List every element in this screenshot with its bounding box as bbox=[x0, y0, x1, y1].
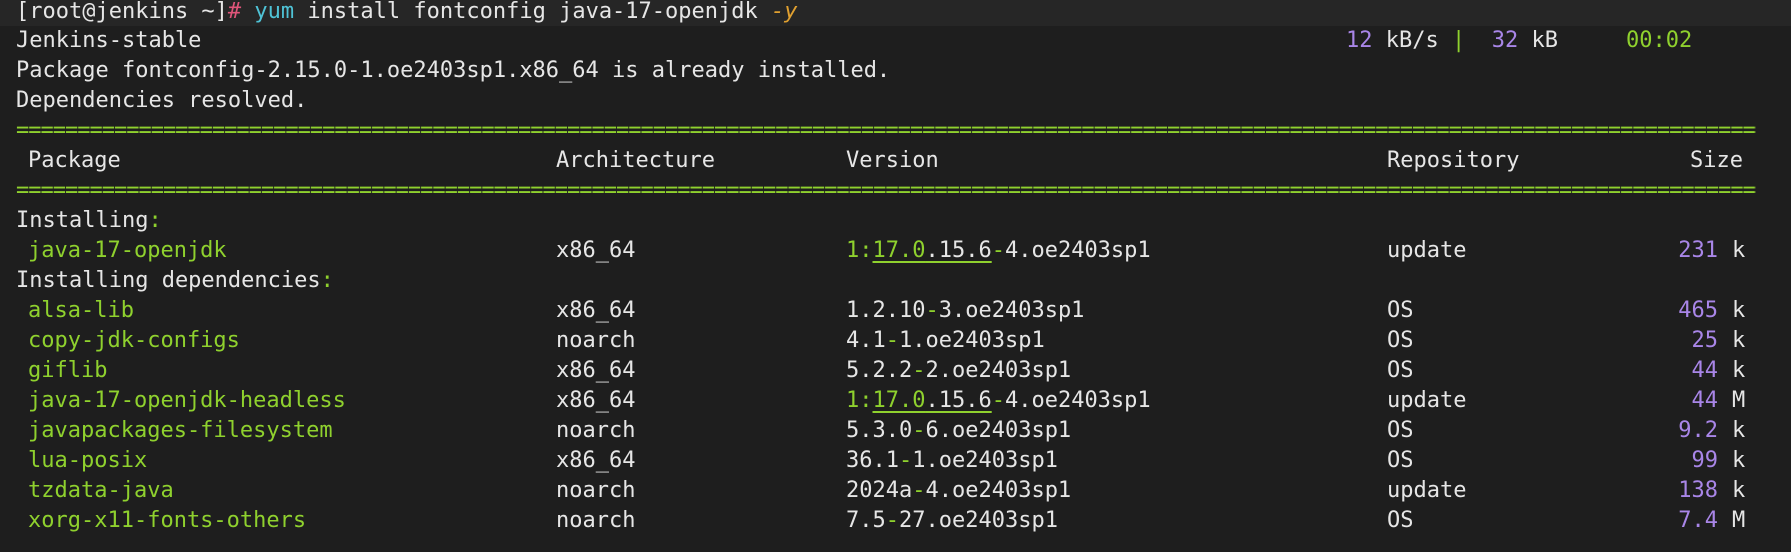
table-row: xorg-x11-fonts-others noarch 7.5-27.oe2403… bbox=[0, 506, 1791, 536]
package-architecture: x86_64 bbox=[556, 298, 636, 323]
package-repository: OS bbox=[1387, 508, 1414, 533]
package-name: lua-posix bbox=[28, 448, 148, 473]
table-row: java-17-openjdk x86_64 1:17.0.15.6-4.oe240… bbox=[0, 236, 1791, 266]
package-repository: update bbox=[1387, 478, 1467, 503]
section-dependencies-label: Installing dependencies bbox=[16, 268, 321, 293]
section-dependencies: Installing dependencies: bbox=[16, 268, 334, 293]
table-row: lua-posix x86_64 36.1-1.oe2403sp1 OS 99 k bbox=[0, 446, 1791, 476]
repo-size: 32 bbox=[1491, 28, 1519, 53]
package-architecture: noarch bbox=[556, 508, 636, 533]
package-repository: update bbox=[1387, 388, 1467, 413]
package-size-unit: k bbox=[1732, 298, 1746, 323]
table-row: java-17-openjdk-headless x86_64 1:17.0.15.… bbox=[0, 386, 1791, 416]
package-version: 5.2.2-2.oe2403sp1 bbox=[846, 358, 1072, 383]
repo-progress: 12 kB/s | 32 kB bbox=[1346, 26, 1558, 56]
command-line: [root@jenkins ~]# yum install fontconfig… bbox=[16, 0, 798, 27]
package-repository: OS bbox=[1387, 448, 1414, 473]
dependencies-resolved-message: Dependencies resolved. bbox=[16, 88, 308, 113]
package-version: 1.2.10-3.oe2403sp1 bbox=[846, 298, 1085, 323]
header-size: Size bbox=[1690, 148, 1743, 173]
package-name: alsa-lib bbox=[28, 298, 134, 323]
package-architecture: x86_64 bbox=[556, 358, 636, 383]
repo-name: Jenkins-stable bbox=[16, 28, 202, 53]
header-architecture: Architecture bbox=[556, 148, 715, 173]
package-size: 9.2 bbox=[1678, 418, 1718, 443]
package-version: 7.5-27.oe2403sp1 bbox=[846, 508, 1058, 533]
package-name: giflib bbox=[28, 358, 108, 383]
table-row: giflib x86_64 5.2.2-2.oe2403sp1 OS 44 k bbox=[0, 356, 1791, 386]
repo-separator: | bbox=[1451, 28, 1466, 53]
package-size: 99 bbox=[1691, 448, 1719, 473]
section-installing-label: Installing bbox=[16, 208, 149, 233]
package-version: 36.1-1.oe2403sp1 bbox=[846, 448, 1058, 473]
package-version: 4.1-1.oe2403sp1 bbox=[846, 328, 1045, 353]
package-repository: update bbox=[1387, 238, 1467, 263]
package-version: 5.3.0-6.oe2403sp1 bbox=[846, 418, 1072, 443]
package-size-unit: k bbox=[1732, 448, 1746, 473]
package-architecture: x86_64 bbox=[556, 448, 636, 473]
package-architecture: noarch bbox=[556, 478, 636, 503]
package-repository: OS bbox=[1387, 328, 1414, 353]
package-name: xorg-x11-fonts-others bbox=[28, 508, 307, 533]
package-size: 231 bbox=[1678, 238, 1718, 263]
package-size: 138 bbox=[1678, 478, 1718, 503]
terminal-window: [root@jenkins ~]# yum install fontconfig… bbox=[0, 0, 1791, 552]
separator-rule-top: ========================================… bbox=[16, 118, 1756, 143]
repo-speed: 12 bbox=[1346, 28, 1373, 53]
package-version: 1:17.0.15.6-4.oe2403sp1 bbox=[846, 238, 1151, 263]
package-repository: OS bbox=[1387, 418, 1414, 443]
table-row: javapackages-filesystem noarch 5.3.0-6.oe2… bbox=[0, 416, 1791, 446]
repo-speed-unit: kB/s bbox=[1385, 28, 1439, 53]
package-name: javapackages-filesystem bbox=[28, 418, 333, 443]
package-architecture: x86_64 bbox=[556, 238, 636, 263]
package-name: java-17-openjdk-headless bbox=[28, 388, 346, 413]
package-architecture: noarch bbox=[556, 418, 636, 443]
package-repository: OS bbox=[1387, 358, 1414, 383]
package-size-unit: k bbox=[1732, 478, 1746, 503]
table-header-row: Package Architecture Version Repository … bbox=[0, 146, 1791, 176]
separator-rule-bottom: ========================================… bbox=[16, 178, 1756, 203]
package-size: 44 bbox=[1691, 388, 1719, 413]
package-repository: OS bbox=[1387, 298, 1414, 323]
package-name: tzdata-java bbox=[28, 478, 174, 503]
package-size-unit: M bbox=[1732, 388, 1746, 413]
prompt-user-host: [root@jenkins ~] bbox=[16, 0, 228, 24]
package-size: 7.4 bbox=[1678, 508, 1718, 533]
package-size-unit: k bbox=[1732, 328, 1746, 353]
package-version: 2024a-4.oe2403sp1 bbox=[846, 478, 1072, 503]
package-size-unit: k bbox=[1732, 358, 1746, 383]
package-size: 44 bbox=[1691, 358, 1719, 383]
section-installing: Installing: bbox=[16, 208, 162, 233]
package-size-unit: k bbox=[1732, 238, 1746, 263]
already-installed-message: Package fontconfig-2.15.0-1.oe2403sp1.x8… bbox=[16, 58, 891, 83]
table-row: alsa-lib x86_64 1.2.10-3.oe2403sp1 OS 465 k bbox=[0, 296, 1791, 326]
package-version: 1:17.0.15.6-4.oe2403sp1 bbox=[846, 388, 1151, 413]
header-package: Package bbox=[28, 148, 121, 173]
package-size: 25 bbox=[1691, 328, 1719, 353]
header-version: Version bbox=[846, 148, 939, 173]
package-name: copy-jdk-configs bbox=[28, 328, 240, 353]
package-size-unit: k bbox=[1732, 418, 1746, 443]
package-architecture: x86_64 bbox=[556, 388, 636, 413]
table-row: tzdata-java noarch 2024a-4.oe2403sp1 update… bbox=[0, 476, 1791, 506]
command-flag: -y bbox=[771, 0, 798, 24]
repo-size-unit: kB bbox=[1531, 28, 1558, 53]
package-size-unit: M bbox=[1732, 508, 1746, 533]
command-name: yum bbox=[254, 0, 295, 24]
table-row: copy-jdk-configs noarch 4.1-1.oe2403sp1 OS 2… bbox=[0, 326, 1791, 356]
package-name: java-17-openjdk bbox=[28, 238, 227, 263]
prompt-symbol: # bbox=[227, 0, 242, 24]
package-architecture: noarch bbox=[556, 328, 636, 353]
package-size: 465 bbox=[1678, 298, 1718, 323]
repo-time: 00:02 bbox=[1626, 28, 1693, 53]
command-args: install fontconfig java-17-openjdk bbox=[307, 0, 758, 24]
header-repository: Repository bbox=[1387, 148, 1520, 173]
